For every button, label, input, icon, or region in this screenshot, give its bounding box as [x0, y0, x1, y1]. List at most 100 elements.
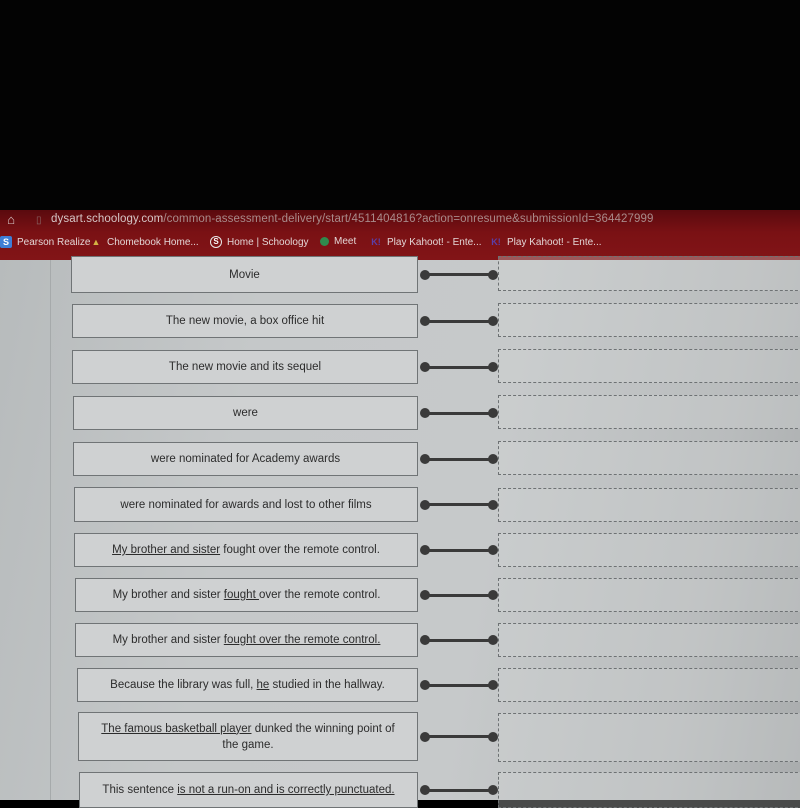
answer-text: The new movie and its sequel: [169, 359, 321, 375]
schoology-icon: S: [210, 236, 222, 248]
text-segment: The new movie and its sequel: [168, 361, 322, 373]
answer-tile[interactable]: My brother and sister fought over the re…: [75, 578, 418, 612]
answer-tile[interactable]: The new movie, a box office hit: [72, 304, 418, 338]
connector-line: [425, 548, 493, 552]
drop-zone[interactable]: [498, 668, 800, 702]
connector-handle[interactable]: [420, 454, 498, 464]
answer-text: My brother and sister fought over the re…: [112, 542, 380, 558]
drop-zone[interactable]: [498, 349, 800, 383]
connector-line: [425, 319, 493, 323]
url-host: dysart.schoology.com: [51, 213, 164, 225]
answer-tile[interactable]: My brother and sister fought over the re…: [74, 533, 418, 567]
answer-tile[interactable]: were nominated for Academy awards: [73, 442, 418, 476]
answer-tile[interactable]: were nominated for awards and lost to ot…: [74, 487, 418, 522]
connector-handle[interactable]: [420, 635, 498, 645]
drop-zone[interactable]: [498, 441, 800, 475]
connector-end-dot-icon[interactable]: [488, 408, 498, 418]
connector-handle[interactable]: [420, 499, 498, 510]
drop-zone[interactable]: [498, 395, 800, 429]
drop-zone[interactable]: [498, 623, 800, 657]
connector-end-dot-icon[interactable]: [488, 545, 498, 555]
google-meet-icon: [320, 237, 329, 246]
connector-end-dot-icon[interactable]: [488, 499, 498, 510]
answer-tile[interactable]: Movie: [71, 256, 418, 293]
connector-handle[interactable]: [420, 590, 498, 600]
text-segment: studied in the hallway.: [269, 679, 385, 691]
connector-end-dot-icon[interactable]: [488, 590, 498, 600]
answer-tile[interactable]: The famous basketball player dunked the …: [78, 712, 418, 761]
bookmark-chromebook-home[interactable]: ▲ Chomebook Home...: [90, 236, 199, 248]
connector-line: [425, 273, 493, 276]
connector-end-dot-icon[interactable]: [488, 269, 498, 280]
connector-line: [425, 503, 493, 506]
connector-handle[interactable]: [420, 408, 498, 418]
url-text[interactable]: dysart.schoology.com/common-assessment-d…: [51, 213, 653, 225]
answer-text: were: [233, 405, 258, 421]
text-segment: Because the library was full,: [110, 679, 257, 691]
drop-zone[interactable]: [498, 303, 800, 337]
chromebook-home-icon: ▲: [91, 237, 101, 247]
connector-end-dot-icon[interactable]: [488, 454, 498, 464]
drop-zone[interactable]: [498, 772, 800, 808]
connector-handle[interactable]: [420, 316, 498, 326]
bookmark-play-kahoot-2[interactable]: K! Play Kahoot! - Ente...: [490, 236, 601, 248]
answer-tile[interactable]: This sentence is not a run-on and is cor…: [79, 772, 418, 808]
answer-text: Movie: [229, 267, 260, 283]
answer-text: My brother and sister fought over the re…: [113, 587, 381, 603]
answer-text: Because the library was full, he studied…: [110, 677, 385, 693]
connector-handle[interactable]: [420, 731, 498, 742]
answer-tile[interactable]: The new movie and its sequel: [72, 350, 418, 384]
answer-tile[interactable]: My brother and sister fought over the re…: [75, 623, 418, 657]
bookmark-home-schoology[interactable]: S Home | Schoology: [210, 236, 309, 248]
bookmark-play-kahoot-1[interactable]: K! Play Kahoot! - Ente...: [370, 236, 482, 248]
drop-zone[interactable]: [498, 488, 800, 522]
drop-zone[interactable]: [498, 713, 800, 762]
connector-line: [425, 683, 493, 687]
connector-line: [425, 593, 493, 597]
bookmark-label: Play Kahoot! - Ente...: [387, 236, 482, 248]
connector-handle[interactable]: [420, 545, 498, 555]
connector-line: [425, 638, 493, 642]
connector-handle[interactable]: [420, 680, 498, 690]
text-segment: were nominated for Academy awards: [150, 453, 341, 465]
underlined-phrase: is not a run-on and is correctly punctua…: [177, 784, 395, 796]
connector-end-dot-icon[interactable]: [488, 316, 498, 326]
text-segment: over the remote control.: [258, 589, 381, 601]
connector-line: [425, 735, 493, 738]
answer-tile[interactable]: were: [73, 396, 418, 430]
connector-end-dot-icon[interactable]: [488, 635, 498, 645]
kahoot-icon: K!: [371, 237, 381, 247]
underlined-phrase: My brother and sister: [112, 544, 221, 556]
answer-text: The new movie, a box office hit: [166, 313, 324, 329]
address-bar[interactable]: ⌂ ▯ dysart.schoology.com/common-assessme…: [0, 210, 800, 232]
bookmark-label: Chomebook Home...: [107, 236, 199, 248]
connector-handle[interactable]: [420, 269, 498, 280]
connector-end-dot-icon[interactable]: [488, 785, 498, 795]
connector-handle[interactable]: [420, 362, 498, 372]
text-segment: This sentence: [102, 784, 178, 796]
drop-zone[interactable]: [498, 533, 800, 567]
kahoot-icon: K!: [491, 237, 501, 247]
pearson-realize-icon: S: [0, 236, 12, 248]
connector-end-dot-icon[interactable]: [488, 680, 498, 690]
drop-zone[interactable]: [498, 578, 800, 612]
connector-line: [425, 365, 493, 369]
connector-end-dot-icon[interactable]: [488, 362, 498, 372]
underlined-phrase: fought over the remote control.: [223, 634, 381, 646]
connector-end-dot-icon[interactable]: [488, 731, 498, 742]
bookmarks-bar: S Pearson Realize ▲ Chomebook Home... S …: [0, 234, 800, 254]
page-info-icon[interactable]: ▯: [36, 215, 46, 226]
answer-tile[interactable]: Because the library was full, he studied…: [77, 668, 418, 702]
connector-line: [425, 411, 493, 415]
drop-zone[interactable]: [498, 256, 800, 291]
text-segment: were nominated for awards and lost to ot…: [120, 498, 372, 511]
bookmark-meet[interactable]: Meet: [320, 236, 356, 247]
home-icon[interactable]: ⌂: [4, 213, 18, 227]
bookmark-label: Pearson Realize: [17, 236, 91, 248]
bookmark-label: Home | Schoology: [227, 236, 309, 248]
connector-handle[interactable]: [420, 785, 498, 795]
answer-text: This sentence is not a run-on and is cor…: [102, 782, 394, 798]
bookmark-pearson-realize[interactable]: S Pearson Realize: [0, 236, 90, 248]
connector-line: [425, 457, 493, 461]
url-path: /common-assessment-delivery/start/451140…: [163, 213, 654, 225]
